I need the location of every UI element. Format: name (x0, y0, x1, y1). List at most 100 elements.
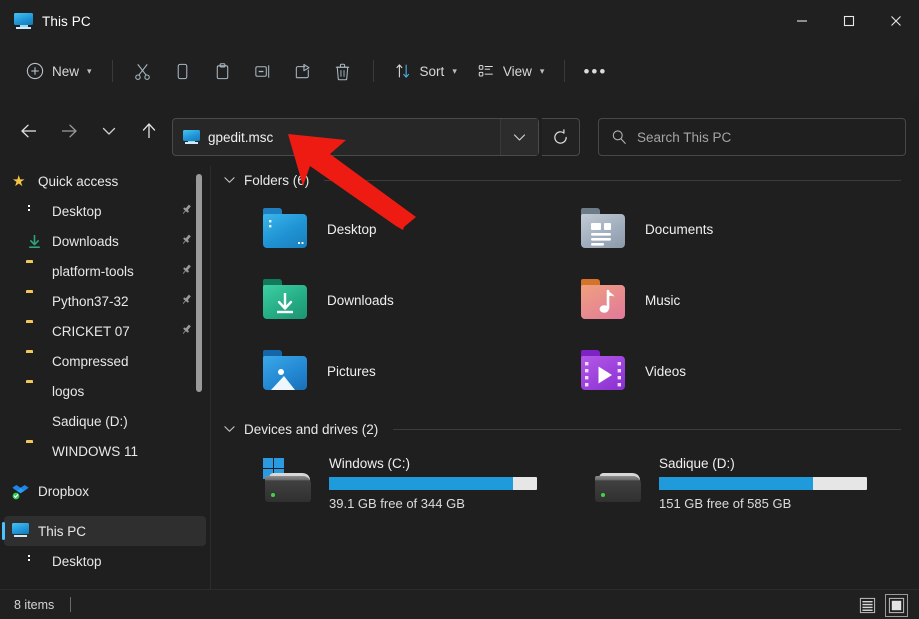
drive-capacity-fill (659, 476, 814, 490)
toolbar-divider-2 (372, 60, 374, 82)
view-list-icon (478, 65, 493, 77)
folders-grid: Desktop Documents Downloads Music Pictures Vi… (211, 194, 919, 407)
sidebar-item-windows-11[interactable]: WINDOWS 11 (4, 436, 206, 466)
recent-locations-button[interactable] (92, 114, 126, 148)
drive-tile[interactable]: Windows (C:) 39.1 GB free of 344 GB (255, 445, 585, 521)
hard-drive-windows-icon (261, 458, 315, 508)
sort-button-label: Sort (419, 63, 445, 79)
large-icons-view-button[interactable] (885, 593, 908, 617)
sidebar-item-sadique-d[interactable]: Sadique (D:) (4, 406, 206, 436)
ellipsis-icon: ••• (583, 61, 608, 81)
pin-icon[interactable] (180, 203, 194, 219)
copy-button[interactable] (163, 53, 203, 89)
search-input-placeholder[interactable]: Search This PC (637, 130, 731, 145)
folder-icon (26, 383, 43, 400)
this-pc-monitor-icon (14, 13, 33, 29)
new-button[interactable]: New ▾ (16, 54, 102, 88)
group-rule (393, 428, 901, 430)
folder-tile[interactable]: Desktop (255, 194, 573, 265)
sidebar-item-label: Downloads (52, 233, 119, 249)
sidebar-item-label: CRICKET 07 (52, 323, 130, 339)
address-bar-dropdown-button[interactable] (500, 119, 538, 155)
trash-icon (335, 63, 350, 80)
delete-button[interactable] (323, 53, 363, 89)
sidebar-item-desktop[interactable]: Desktop (4, 196, 206, 226)
chevron-down-icon: ▾ (539, 65, 545, 76)
back-arrow-icon (21, 124, 36, 138)
paste-button[interactable] (203, 53, 243, 89)
refresh-button[interactable] (542, 118, 580, 156)
pin-icon[interactable] (180, 263, 194, 279)
sidebar-item-compressed[interactable]: Compressed (4, 346, 206, 376)
desktop-icon (26, 553, 43, 570)
search-icon (612, 130, 626, 144)
item-count-label: 8 items (14, 597, 55, 612)
sidebar-item-quick-access[interactable]: ★ Quick access (4, 166, 206, 196)
pin-icon[interactable] (180, 323, 194, 339)
close-button[interactable] (872, 0, 919, 42)
download-icon (26, 233, 43, 250)
folder-tile-label: Pictures (327, 364, 376, 379)
view-button-label: View (502, 63, 532, 79)
sidebar-item-downloads[interactable]: Downloads (4, 226, 206, 256)
sidebar-item-label: Python37-32 (52, 293, 129, 309)
address-bar-content[interactable]: gpedit.msc (173, 129, 500, 145)
file-explorer-window: This PC New ▾ Sort ▾ View ▾ ••• gpedit.m… (0, 0, 919, 619)
pictures-folder-icon (261, 348, 309, 396)
status-divider (70, 597, 72, 612)
up-button[interactable] (132, 114, 166, 148)
navigation-tree: ★ Quick access Desktop Downloads platform-to… (0, 166, 210, 576)
folders-group-title: Folders (6) (244, 172, 310, 188)
view-button[interactable]: View ▾ (467, 54, 555, 88)
folder-tile[interactable]: Documents (573, 194, 891, 265)
address-bar[interactable]: gpedit.msc (172, 118, 539, 156)
drive-tile[interactable]: Sadique (D:) 151 GB free of 585 GB (585, 445, 915, 521)
maximize-button[interactable] (825, 0, 872, 42)
folders-group-header[interactable]: Folders (6) (211, 166, 919, 194)
rename-button[interactable] (243, 53, 283, 89)
details-view-button[interactable] (857, 595, 878, 616)
cut-button[interactable] (123, 53, 163, 89)
more-options-button[interactable]: ••• (575, 53, 615, 89)
sidebar-item-dropbox[interactable]: Dropbox (4, 476, 206, 506)
sidebar-item-label: platform-tools (52, 263, 134, 279)
search-box[interactable]: Search This PC (598, 118, 906, 156)
back-button[interactable] (12, 114, 46, 148)
sidebar-item-python37-32[interactable]: Python37-32 (4, 286, 206, 316)
sidebar-item-platform-tools[interactable]: platform-tools (4, 256, 206, 286)
pin-icon[interactable] (180, 293, 194, 309)
sidebar-item-label: Quick access (38, 173, 119, 189)
this-pc-monitor-icon (183, 129, 200, 145)
status-bar: 8 items (0, 589, 919, 619)
sidebar-item-this-pc[interactable]: This PC (2, 516, 206, 546)
folder-icon (26, 443, 43, 460)
navigation-pane[interactable]: ★ Quick access Desktop Downloads platform-to… (0, 166, 210, 589)
folder-tile[interactable]: Downloads (255, 265, 573, 336)
sidebar-item-cricket-07[interactable]: CRICKET 07 (4, 316, 206, 346)
star-icon: ★ (12, 172, 26, 190)
sidebar-item-desktop[interactable]: Desktop (4, 546, 206, 576)
folder-icon (26, 293, 43, 310)
file-list-pane[interactable]: Folders (6) Desktop Documents Downloads Mus… (211, 166, 919, 589)
sidebar-item-label: Desktop (52, 553, 102, 569)
scissors-icon (135, 63, 150, 80)
sidebar-item-logos[interactable]: logos (4, 376, 206, 406)
refresh-icon (554, 128, 567, 144)
forward-button[interactable] (52, 114, 86, 148)
window-controls (778, 0, 919, 42)
folder-tile[interactable]: Videos (573, 336, 891, 407)
drives-group-header[interactable]: Devices and drives (2) (211, 415, 919, 443)
this-pc-icon (12, 522, 29, 540)
folder-tile[interactable]: Pictures (255, 336, 573, 407)
chevron-down-icon (224, 426, 235, 432)
rename-icon (255, 64, 270, 78)
folder-tile[interactable]: Music (573, 265, 891, 336)
minimize-button[interactable] (778, 0, 825, 42)
navigation-scrollbar-thumb[interactable] (196, 174, 202, 392)
folder-tile-label: Documents (645, 222, 714, 237)
share-button[interactable] (283, 53, 323, 89)
documents-folder-icon (579, 206, 627, 254)
title-bar: This PC (0, 0, 919, 42)
pin-icon[interactable] (180, 233, 194, 249)
sort-button[interactable]: Sort ▾ (384, 54, 467, 88)
